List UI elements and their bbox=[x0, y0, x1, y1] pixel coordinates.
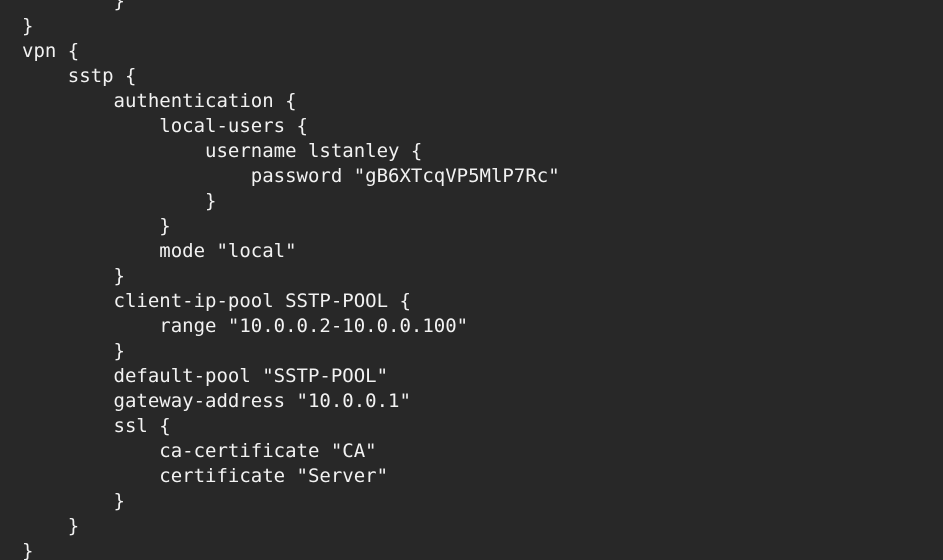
config-line: client-ip-pool SSTP-POOL { bbox=[22, 290, 411, 312]
configuration-code-block: }} vpn { sstp { authentication { local-us… bbox=[22, 0, 560, 560]
config-line: } bbox=[22, 265, 125, 287]
config-line: } bbox=[22, 515, 80, 537]
config-line: local-users { bbox=[22, 115, 308, 137]
config-line: } bbox=[22, 490, 125, 512]
config-line: authentication { bbox=[22, 90, 297, 112]
config-line: certificate "Server" bbox=[22, 465, 389, 487]
config-line: username lstanley { bbox=[22, 140, 423, 162]
config-line: } bbox=[22, 540, 34, 560]
config-line: mode "local" bbox=[22, 240, 297, 262]
config-line: } bbox=[22, 0, 125, 12]
config-line: } bbox=[22, 340, 125, 362]
config-line: sstp { bbox=[22, 65, 137, 87]
config-line: } bbox=[22, 190, 217, 212]
config-line: ca-certificate "CA" bbox=[22, 440, 377, 462]
config-line: range "10.0.0.2-10.0.0.100" bbox=[22, 315, 469, 337]
terminal-output-pane[interactable]: }} vpn { sstp { authentication { local-us… bbox=[0, 0, 943, 560]
config-line: } bbox=[22, 15, 34, 37]
config-line: password "gB6XTcqVP5MlP7Rc" bbox=[22, 165, 560, 187]
config-line: default-pool "SSTP-POOL" bbox=[22, 365, 389, 387]
config-line: vpn { bbox=[22, 40, 80, 62]
config-line: gateway-address "10.0.0.1" bbox=[22, 390, 411, 412]
config-line: } bbox=[22, 215, 171, 237]
config-line: ssl { bbox=[22, 415, 171, 437]
